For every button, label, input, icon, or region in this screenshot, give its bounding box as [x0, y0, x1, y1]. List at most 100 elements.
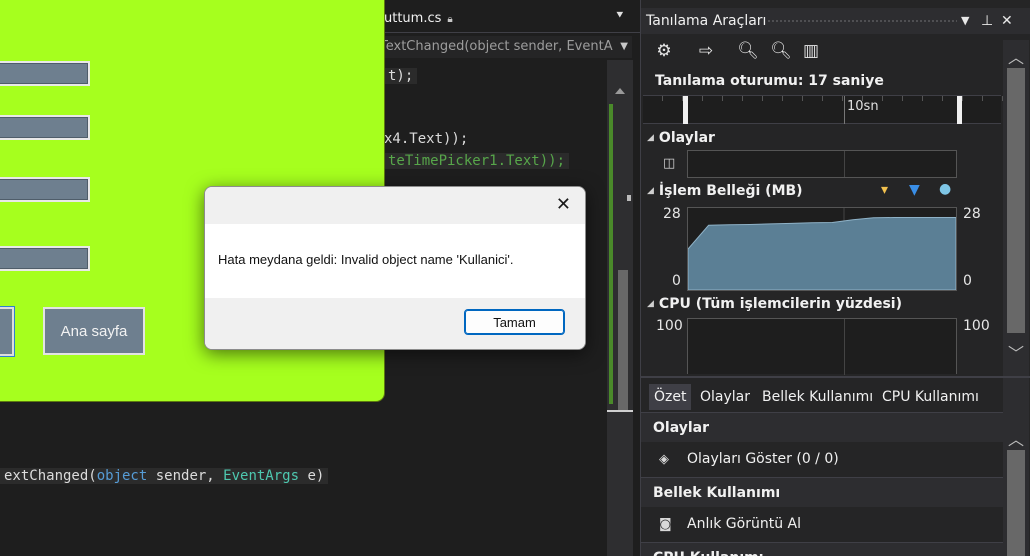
- timeline-label: 10sn: [847, 99, 879, 114]
- memory-y-min-left: 0: [672, 273, 681, 289]
- tab-list-dropdown-icon[interactable]: ⯆: [615, 8, 625, 23]
- events-icon: ◈: [659, 452, 669, 467]
- dialog-footer: Tamam: [205, 298, 585, 349]
- close-icon[interactable]: ✕: [556, 194, 571, 215]
- memory-y-max-right: 28: [963, 206, 981, 222]
- memory-y-min-right: 0: [963, 273, 972, 289]
- code-line[interactable]: x4.Text));: [384, 129, 468, 149]
- code-text: x4.Text));: [384, 131, 469, 147]
- code-text: t);: [384, 68, 418, 84]
- memory-y-max-left: 28: [663, 206, 681, 222]
- timeline-ruler[interactable]: 10sn: [643, 95, 1003, 124]
- error-message: Hata meydana geldi: Invalid object name …: [218, 252, 514, 267]
- lock-icon: 🔒︎: [447, 14, 453, 25]
- scroll-up-icon[interactable]: [615, 88, 625, 94]
- panel-title: Tanılama Araçları: [646, 13, 767, 29]
- code-text: sender,: [147, 468, 224, 484]
- scrollbar-thumb[interactable]: [1007, 68, 1025, 333]
- editor-divider: [380, 32, 640, 33]
- show-events-link[interactable]: ◈ Olayları Göster (0 / 0): [641, 443, 1003, 476]
- dialog-body: Hata meydana geldi: Invalid object name …: [205, 224, 585, 298]
- cpu-summary-title: CPU Kullanımı: [641, 542, 1003, 556]
- save-button[interactable]: [0, 307, 14, 356]
- selection-end-handle[interactable]: [957, 96, 962, 124]
- cpu-section-header[interactable]: ◢ CPU (Tüm işlemcilerin yüzdesi): [647, 296, 902, 312]
- zoom-out-icon[interactable]: 🔍︎: [769, 40, 793, 62]
- gridline: [844, 151, 845, 177]
- scrollbar-thumb[interactable]: [618, 270, 628, 410]
- collapse-triangle-icon[interactable]: ◢: [647, 299, 654, 309]
- gridline: [844, 319, 845, 375]
- code-line[interactable]: teTimePicker1.Text));: [384, 151, 570, 171]
- code-line[interactable]: extChanged(object sender, EventArgs e): [0, 466, 329, 486]
- panel-splitter[interactable]: [641, 376, 1030, 378]
- summary-scrollbar[interactable]: ︿: [1003, 378, 1029, 556]
- editor-tab[interactable]: uttum.cs 🔒︎: [380, 6, 630, 32]
- text-field[interactable]: [0, 61, 90, 86]
- code-line[interactable]: t);: [384, 66, 418, 86]
- member-dropdown[interactable]: TextChanged(object sender, EventA ▼: [380, 36, 632, 58]
- window-menu-icon[interactable]: ▼: [961, 8, 969, 34]
- method-signature: extChanged(object sender, EventArgs e): [0, 468, 329, 484]
- code-type: EventArgs: [223, 468, 300, 484]
- chevron-up-icon[interactable]: ︿: [1008, 44, 1024, 68]
- summary-view: Olaylar ◈ Olayları Göster (0 / 0) Bellek …: [641, 412, 1003, 556]
- code-text: e): [299, 468, 325, 484]
- memory-summary-title: Bellek Kullanımı: [641, 477, 1003, 507]
- text-field[interactable]: [0, 115, 90, 140]
- tab-cpu-usage[interactable]: CPU Kullanımı: [877, 384, 984, 410]
- camera-icon: ◙: [659, 517, 672, 532]
- code-keyword: object: [96, 468, 148, 484]
- gc-marker-icon: ▾: [881, 182, 889, 198]
- diagnostic-tools-panel: Tanılama Araçları ▼ ⊥ ✕ ⚙ ⇨ 🔍︎ 🔍︎ ▥ Tanı…: [640, 0, 1030, 556]
- memory-chart-svg: [687, 208, 957, 291]
- ruler-major-tick: [844, 96, 845, 124]
- change-indicator: [609, 104, 613, 404]
- tab-summary[interactable]: Özet: [649, 384, 692, 410]
- collapse-triangle-icon[interactable]: ◢: [647, 186, 654, 196]
- snapshot-marker-icon: ▼: [909, 182, 920, 198]
- zoom-in-icon[interactable]: 🔍︎: [736, 40, 760, 62]
- gear-icon[interactable]: ⚙: [652, 40, 676, 62]
- text-field[interactable]: [0, 246, 90, 271]
- events-summary-title: Olaylar: [641, 412, 1003, 442]
- ok-button[interactable]: Tamam: [464, 309, 565, 335]
- link-label: Olayları Göster (0 / 0): [687, 451, 839, 467]
- chevron-down-icon[interactable]: ﹀: [1008, 340, 1024, 364]
- drag-grip[interactable]: [767, 19, 957, 24]
- text-field[interactable]: [0, 177, 90, 202]
- member-dropdown-value: TextChanged(object sender, EventA: [380, 39, 613, 54]
- take-snapshot-link[interactable]: ◙ Anlık Görüntü Al: [641, 508, 1003, 541]
- scrollbar-thumb[interactable]: [1007, 450, 1025, 556]
- panel-titlebar[interactable]: Tanılama Araçları ▼ ⊥ ✕: [641, 8, 1030, 34]
- section-title: CPU (Tüm işlemcilerin yüzdesi): [658, 296, 902, 312]
- section-title: İşlem Belleği (MB): [658, 183, 803, 199]
- pin-icon[interactable]: ⊥: [981, 8, 993, 34]
- error-dialog: ✕ Hata meydana geldi: Invalid object nam…: [204, 186, 586, 350]
- scroll-marker: [627, 195, 631, 201]
- code-text: extChanged(: [4, 468, 97, 484]
- collapse-triangle-icon[interactable]: ◢: [647, 133, 654, 143]
- close-icon[interactable]: ✕: [1001, 8, 1013, 34]
- editor-scrollbar[interactable]: [607, 60, 633, 556]
- memory-section-header[interactable]: ◢ İşlem Belleği (MB): [647, 183, 803, 199]
- events-section-header[interactable]: ◢ Olaylar: [647, 130, 715, 146]
- memory-area: [687, 217, 957, 291]
- chart-select-icon[interactable]: ▥: [799, 40, 823, 62]
- events-track[interactable]: [687, 150, 957, 178]
- cpu-y-max-left: 100: [656, 318, 683, 334]
- tab-events[interactable]: Olaylar: [695, 384, 755, 410]
- editor-tab-title: uttum.cs: [384, 11, 442, 26]
- diagnostics-scrollbar[interactable]: ︿ ﹀: [1003, 40, 1029, 376]
- cpu-chart[interactable]: [687, 318, 957, 375]
- tab-memory-usage[interactable]: Bellek Kullanımı: [757, 384, 878, 410]
- link-label: Anlık Görüntü Al: [687, 516, 801, 532]
- memory-chart[interactable]: [687, 207, 957, 291]
- export-icon[interactable]: ⇨: [694, 40, 718, 62]
- diagnostics-toolbar: ⚙ ⇨ 🔍︎ 🔍︎ ▥: [641, 34, 1030, 68]
- section-title: Olaylar: [658, 130, 715, 146]
- chevron-up-icon[interactable]: ︿: [1008, 426, 1024, 450]
- chevron-down-icon: ▼: [620, 41, 628, 52]
- selection-start-handle[interactable]: [683, 96, 688, 124]
- home-button[interactable]: Ana sayfa: [43, 307, 145, 355]
